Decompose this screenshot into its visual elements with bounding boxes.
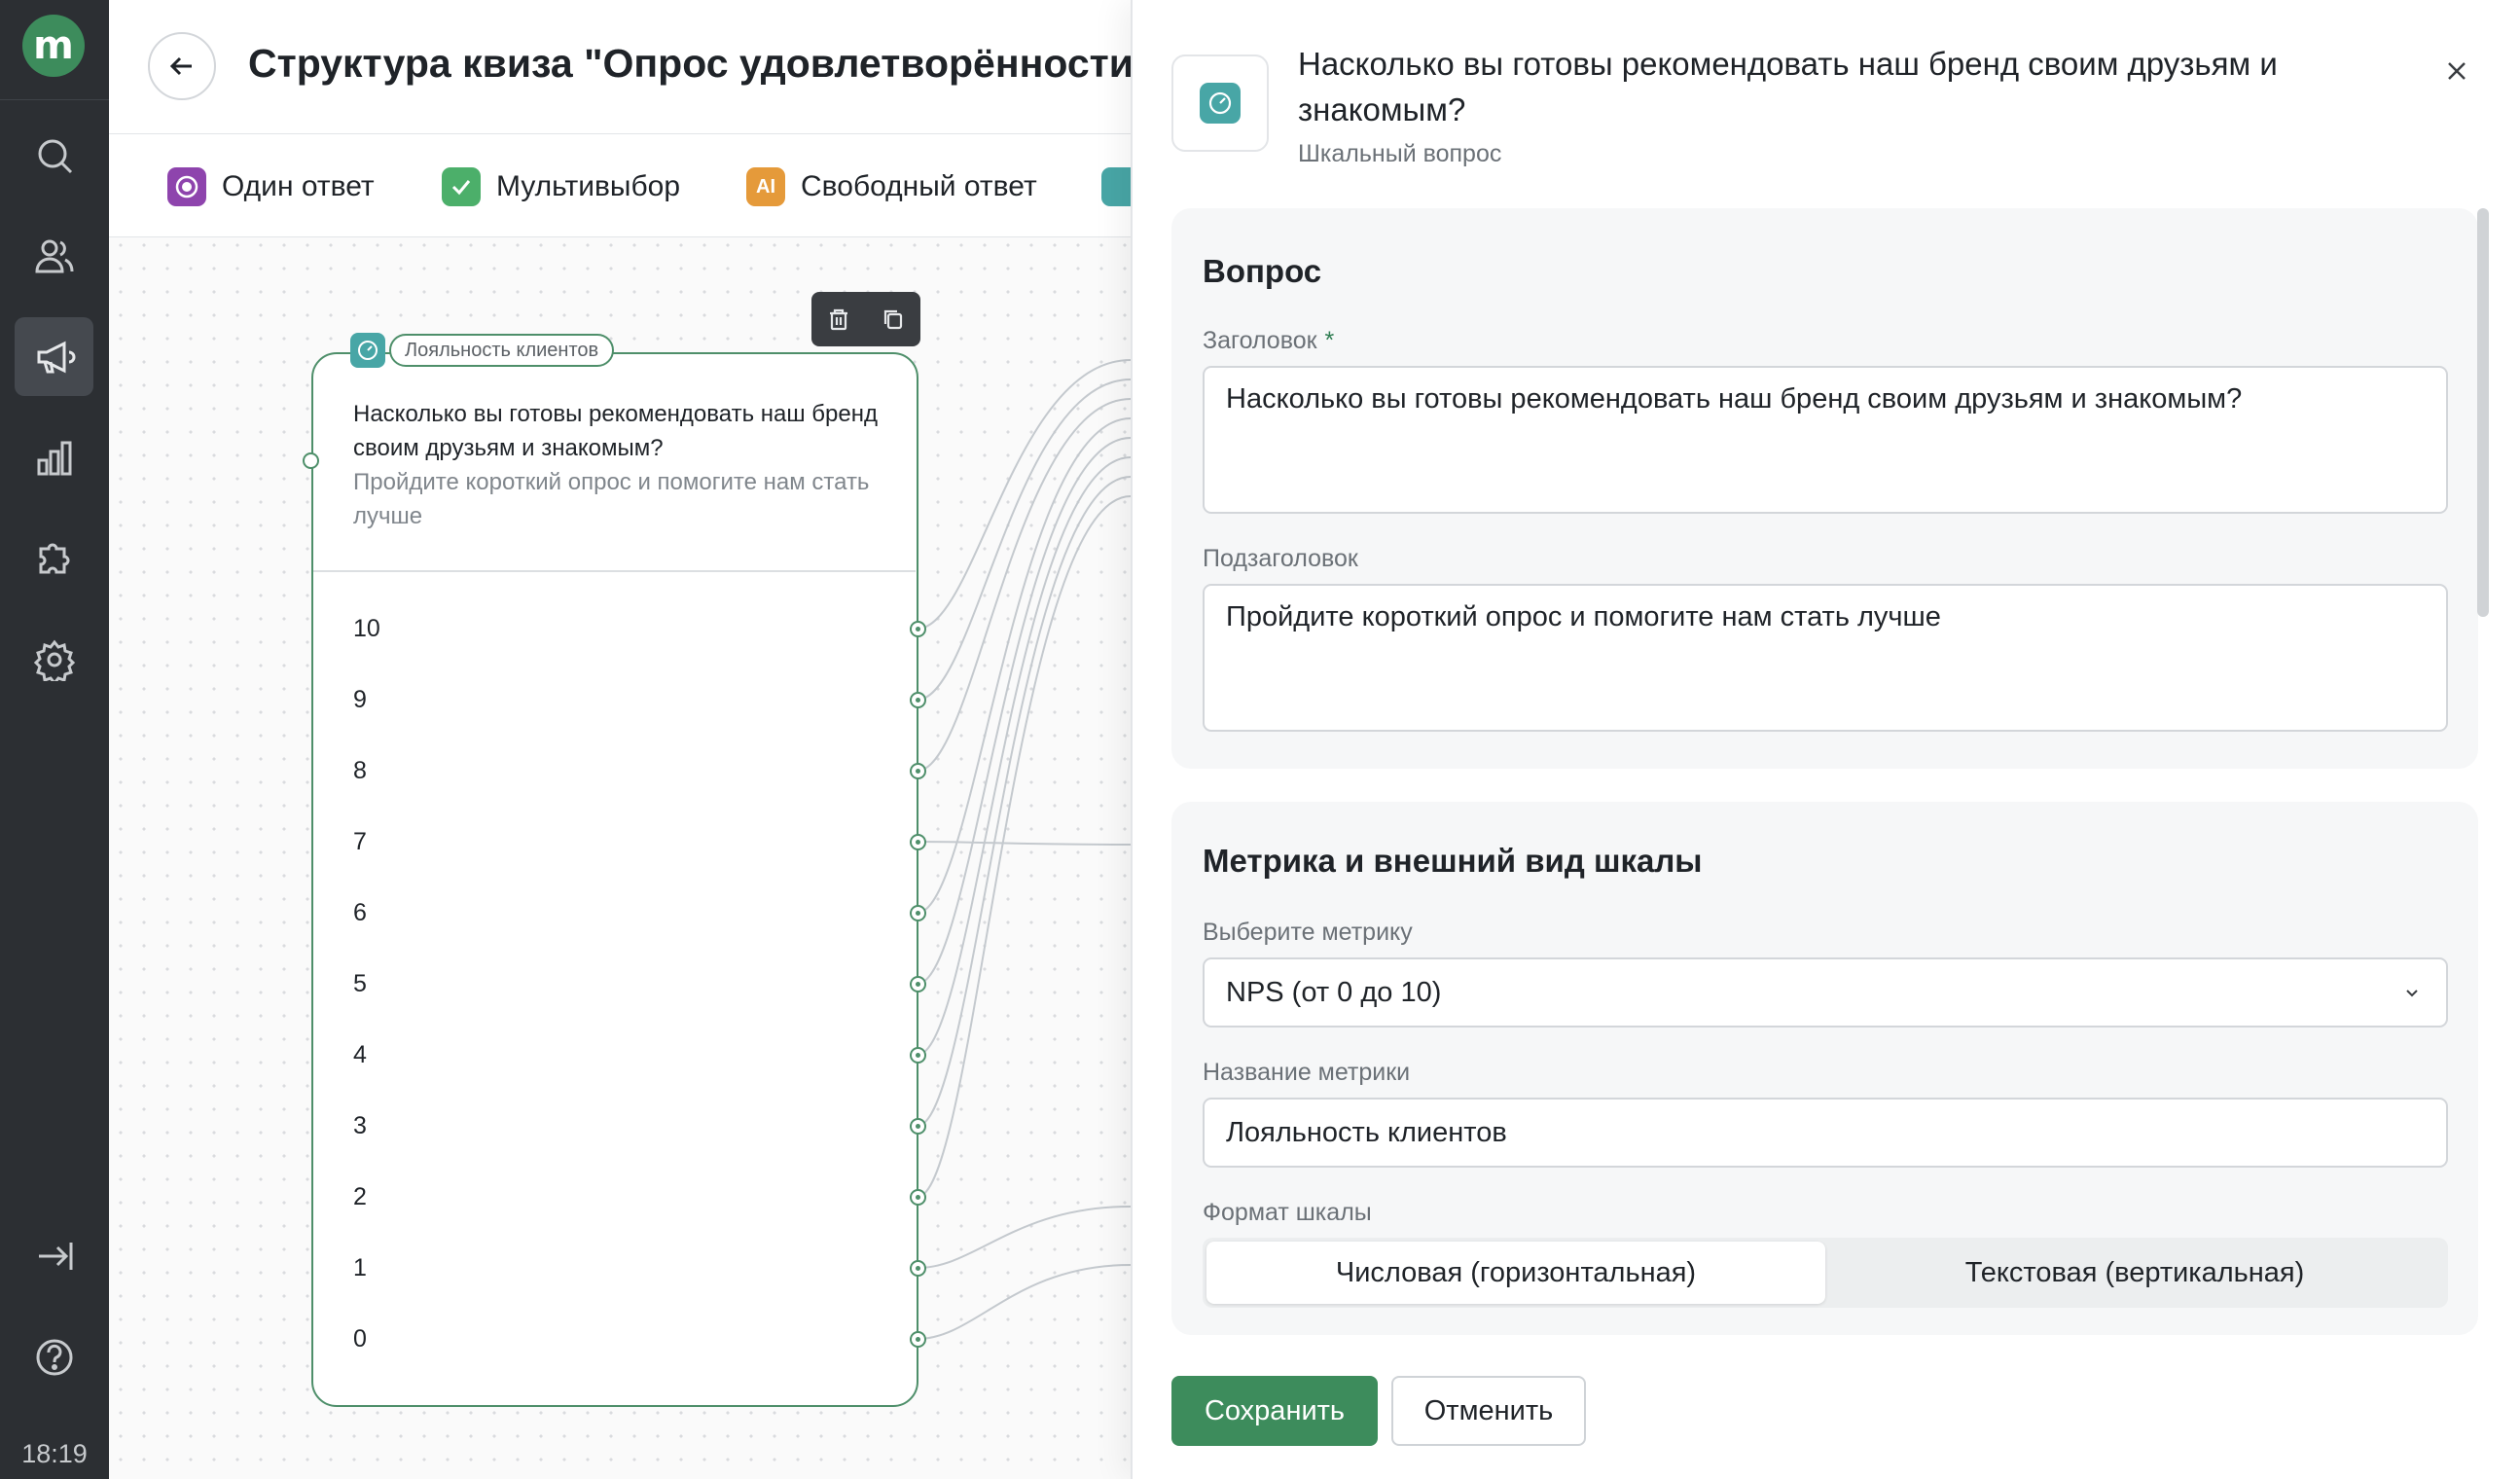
gauge-icon <box>350 333 385 368</box>
port-dot <box>916 840 920 845</box>
scale-format-label: Формат шкалы <box>1203 1199 1372 1226</box>
connector-line <box>917 379 1131 701</box>
format-text-option[interactable]: Текстовая (вертикальная) <box>1825 1242 2444 1304</box>
question-section: Вопрос Заголовок * Насколько вы готовы ре… <box>1171 208 2478 769</box>
trash-icon[interactable] <box>826 307 851 332</box>
connector-line <box>917 841 1131 846</box>
connector-line <box>917 1264 1131 1340</box>
output-port[interactable] <box>910 763 926 779</box>
question-type-icon <box>1171 54 1269 152</box>
metric-name-field[interactable]: Лояльность клиентов <box>1203 1098 2448 1168</box>
heading-label-text: Заголовок <box>1203 327 1317 354</box>
port-dot <box>916 911 920 916</box>
scale-option: 3 <box>353 1112 367 1139</box>
output-port[interactable] <box>910 692 926 708</box>
scale-option: 1 <box>353 1254 367 1281</box>
output-port[interactable] <box>910 621 926 637</box>
scale-option: 0 <box>353 1325 367 1353</box>
output-port[interactable] <box>910 976 926 992</box>
port-dot <box>916 1053 920 1058</box>
port-dot <box>916 1266 920 1271</box>
input-port[interactable] <box>303 452 319 469</box>
node-actions <box>811 292 920 346</box>
scale-format-toggle: Числовая (горизонтальная) Текстовая (вер… <box>1203 1238 2448 1308</box>
connector-line <box>917 476 1131 1127</box>
output-port[interactable] <box>910 1118 926 1135</box>
port-dot <box>916 1195 920 1200</box>
panel-title: Насколько вы готовы рекомендовать наш бр… <box>1298 46 2278 127</box>
port-dot <box>916 698 920 703</box>
subheading-label: Подзаголовок <box>1203 545 1358 572</box>
node-title: Насколько вы готовы рекомендовать наш бр… <box>353 401 878 461</box>
scale-option: 5 <box>353 970 367 997</box>
scale-option: 6 <box>353 899 367 926</box>
section-title: Вопрос <box>1203 253 1322 289</box>
required-mark: * <box>1324 327 1335 354</box>
section-title: Метрика и внешний вид шкалы <box>1203 843 1703 879</box>
port-dot <box>916 1124 920 1129</box>
heading-field[interactable]: Насколько вы готовы рекомендовать наш бр… <box>1203 366 2448 514</box>
port-dot <box>916 627 920 631</box>
chevron-down-icon <box>2406 990 2418 997</box>
output-port[interactable] <box>910 1260 926 1277</box>
cancel-button[interactable]: Отменить <box>1391 1376 1586 1446</box>
port-dot <box>916 982 920 987</box>
question-node[interactable]: Насколько вы готовы рекомендовать наш бр… <box>311 352 918 1407</box>
scale-option: 2 <box>353 1183 367 1210</box>
metric-select-value: NPS (от 0 до 10) <box>1226 976 1442 1008</box>
port-dot <box>916 1337 920 1342</box>
output-port[interactable] <box>910 1189 926 1206</box>
output-port[interactable] <box>910 834 926 850</box>
node-subtitle: Пройдите короткий опрос и помогите нам с… <box>353 469 870 529</box>
close-icon[interactable] <box>2442 56 2471 86</box>
copy-icon[interactable] <box>881 307 906 332</box>
panel-scrollbar[interactable] <box>2477 208 2489 617</box>
heading-label: Заголовок * <box>1203 327 1334 355</box>
connector-line <box>917 1206 1131 1269</box>
node-metric-tag: Лояльность клиентов <box>389 334 615 367</box>
node-header: Насколько вы готовы рекомендовать наш бр… <box>313 354 916 572</box>
output-port[interactable] <box>910 905 926 921</box>
save-button[interactable]: Сохранить <box>1171 1376 1378 1446</box>
format-numeric-option[interactable]: Числовая (горизонтальная) <box>1206 1242 1825 1304</box>
metric-name-label: Название метрики <box>1203 1059 1411 1086</box>
scale-option: 9 <box>353 686 367 713</box>
subheading-field[interactable]: Пройдите короткий опрос и помогите нам с… <box>1203 584 2448 732</box>
metric-select[interactable]: NPS (от 0 до 10) <box>1203 957 2448 1028</box>
panel-footer: Сохранить Отменить <box>1133 1335 2520 1479</box>
question-editor-panel: Насколько вы готовы рекомендовать наш бр… <box>1131 0 2520 1479</box>
panel-question-type: Шкальный вопрос <box>1298 140 1502 167</box>
scale-option: 10 <box>353 615 380 642</box>
output-port[interactable] <box>910 1047 926 1064</box>
connector-line <box>917 437 1131 985</box>
connector-line <box>917 417 1131 914</box>
output-port[interactable] <box>910 1331 926 1348</box>
metric-select-label: Выберите метрику <box>1203 919 1413 946</box>
gauge-icon <box>1200 83 1241 124</box>
scale-option: 7 <box>353 828 367 855</box>
connector-line <box>917 456 1131 1056</box>
metric-section: Метрика и внешний вид шкалы Выберите мет… <box>1171 802 2478 1335</box>
scale-option: 8 <box>353 757 367 784</box>
port-dot <box>916 769 920 774</box>
scale-option: 4 <box>353 1041 367 1068</box>
